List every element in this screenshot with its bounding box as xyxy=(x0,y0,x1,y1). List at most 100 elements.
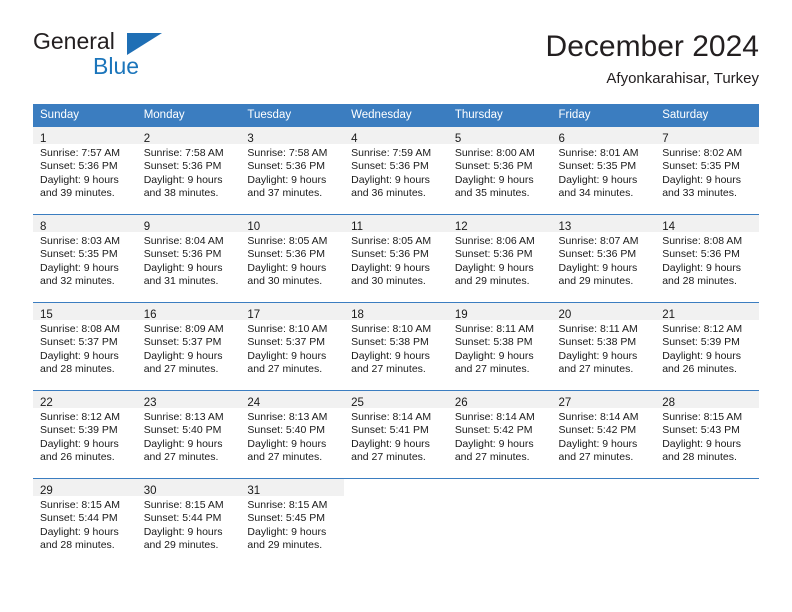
weekday-header-saturday: Saturday xyxy=(655,104,759,126)
day-cell[interactable]: 9 Sunrise: 8:04 AM Sunset: 5:36 PM Daylight… xyxy=(136,214,241,302)
sunrise-time: Sunrise: 8:07 AM xyxy=(558,235,639,247)
daylight-duration-line2: and 32 minutes. xyxy=(40,275,115,288)
day-number: 12 xyxy=(454,221,468,233)
day-number: 30 xyxy=(143,485,157,497)
day-cell[interactable]: 20 Sunrise: 8:11 AM Sunset: 5:38 PM Dayligh… xyxy=(551,302,656,390)
day-number-band: 19 xyxy=(447,303,552,321)
calendar-week-row: 8 Sunrise: 8:03 AM Sunset: 5:35 PM Daylight… xyxy=(33,214,759,302)
calendar-week-row: 1 Sunrise: 7:57 AM Sunset: 5:36 PM Daylight… xyxy=(33,126,759,214)
day-number: 9 xyxy=(143,221,151,233)
calendar-week-row: 29 Sunrise: 8:15 AM Sunset: 5:44 PM Dayligh… xyxy=(33,478,759,566)
day-number: 1 xyxy=(40,133,47,145)
day-cell[interactable]: 5 Sunrise: 8:00 AM Sunset: 5:36 PM Daylight… xyxy=(447,126,552,214)
day-number-band: 28 xyxy=(655,391,759,409)
sunrise-sunset-calendar: Sunday Monday Tuesday Wednesday Thursday Frid… xyxy=(33,104,759,566)
daylight-duration-line1: Daylight: 9 hours xyxy=(143,261,223,274)
day-cell[interactable]: 21 Sunrise: 8:12 AM Sunset: 5:39 PM Dayligh… xyxy=(655,302,759,390)
daylight-duration-line1: Daylight: 9 hours xyxy=(40,525,119,538)
day-number-band: 15 xyxy=(33,303,137,321)
day-cell[interactable]: 29 Sunrise: 8:15 AM Sunset: 5:44 PM Dayligh… xyxy=(33,478,137,566)
sunrise-time: Sunrise: 8:08 AM xyxy=(40,323,120,335)
day-number: 23 xyxy=(143,397,157,409)
day-details: Sunrise: 8:11 AM Sunset: 5:38 PM Daylight:… xyxy=(552,320,656,377)
sunset-time: Sunset: 5:36 PM xyxy=(351,160,429,173)
daylight-duration-line2: and 29 minutes. xyxy=(558,275,634,288)
sunset-time: Sunset: 5:39 PM xyxy=(40,424,118,437)
day-cell[interactable]: 4 Sunrise: 7:59 AM Sunset: 5:36 PM Daylight… xyxy=(344,126,448,214)
day-details: Sunrise: 8:14 AM Sunset: 5:42 PM Daylight:… xyxy=(552,408,656,465)
day-details: Sunrise: 8:10 AM Sunset: 5:38 PM Daylight:… xyxy=(344,320,448,377)
day-details: Sunrise: 8:03 AM Sunset: 5:35 PM Daylight:… xyxy=(33,232,137,289)
day-cell[interactable]: 30 Sunrise: 8:15 AM Sunset: 5:44 PM Dayligh… xyxy=(136,478,241,566)
sunrise-time: Sunrise: 8:14 AM xyxy=(454,411,535,423)
day-number: 27 xyxy=(558,397,572,409)
daylight-duration-line1: Daylight: 9 hours xyxy=(351,173,430,186)
day-cell[interactable]: 1 Sunrise: 7:57 AM Sunset: 5:36 PM Daylight… xyxy=(33,126,137,214)
sunset-time: Sunset: 5:39 PM xyxy=(662,336,740,349)
daylight-duration-line1: Daylight: 9 hours xyxy=(662,261,742,274)
day-cell[interactable]: 18 Sunrise: 8:10 AM Sunset: 5:38 PM Dayligh… xyxy=(344,302,448,390)
day-number: 18 xyxy=(351,309,364,321)
day-cell[interactable]: 12 Sunrise: 8:06 AM Sunset: 5:36 PM Dayligh… xyxy=(447,214,552,302)
sunset-time: Sunset: 5:40 PM xyxy=(143,424,222,437)
daylight-duration-line1: Daylight: 9 hours xyxy=(558,173,638,186)
sunset-time: Sunset: 5:43 PM xyxy=(662,424,740,437)
day-cell[interactable]: 6 Sunrise: 8:01 AM Sunset: 5:35 PM Daylight… xyxy=(551,126,656,214)
day-cell[interactable]: 27 Sunrise: 8:14 AM Sunset: 5:42 PM Dayligh… xyxy=(551,390,656,478)
daylight-duration-line2: and 28 minutes. xyxy=(40,539,115,552)
daylight-duration-line2: and 27 minutes. xyxy=(454,451,530,464)
day-cell[interactable]: 22 Sunrise: 8:12 AM Sunset: 5:39 PM Dayligh… xyxy=(33,390,137,478)
day-cell[interactable]: 2 Sunrise: 7:58 AM Sunset: 5:36 PM Daylight… xyxy=(136,126,241,214)
sunrise-time: Sunrise: 8:04 AM xyxy=(143,235,224,247)
day-details: Sunrise: 8:01 AM Sunset: 5:35 PM Daylight:… xyxy=(552,144,656,201)
day-cell-empty xyxy=(447,478,552,566)
day-number: 13 xyxy=(558,221,572,233)
day-cell[interactable]: 14 Sunrise: 8:08 AM Sunset: 5:36 PM Dayligh… xyxy=(655,214,759,302)
daylight-duration-line1: Daylight: 9 hours xyxy=(143,173,223,186)
sunrise-time: Sunrise: 8:09 AM xyxy=(143,323,224,335)
day-number-band: 17 xyxy=(240,303,345,321)
day-cell[interactable]: 19 Sunrise: 8:11 AM Sunset: 5:38 PM Dayligh… xyxy=(447,302,552,390)
day-cell[interactable]: 31 Sunrise: 8:15 AM Sunset: 5:45 PM Dayligh… xyxy=(240,478,345,566)
daylight-duration-line1: Daylight: 9 hours xyxy=(454,349,534,362)
daylight-duration-line1: Daylight: 9 hours xyxy=(558,349,638,362)
day-cell[interactable]: 3 Sunrise: 7:58 AM Sunset: 5:36 PM Daylight… xyxy=(240,126,345,214)
daylight-duration-line2: and 27 minutes. xyxy=(351,451,426,464)
sunset-time: Sunset: 5:44 PM xyxy=(143,512,222,525)
day-cell[interactable]: 13 Sunrise: 8:07 AM Sunset: 5:36 PM Dayligh… xyxy=(551,214,656,302)
general-blue-logo[interactable]: General Blue xyxy=(33,28,163,88)
daylight-duration-line2: and 27 minutes. xyxy=(558,451,634,464)
day-number: 22 xyxy=(40,397,53,409)
day-number: 19 xyxy=(454,309,468,321)
sunrise-time: Sunrise: 8:15 AM xyxy=(40,499,120,511)
sunset-time: Sunset: 5:36 PM xyxy=(454,248,533,261)
day-cell[interactable]: 10 Sunrise: 8:05 AM Sunset: 5:36 PM Dayligh… xyxy=(240,214,345,302)
day-cell[interactable]: 17 Sunrise: 8:10 AM Sunset: 5:37 PM Dayligh… xyxy=(240,302,345,390)
day-cell[interactable]: 8 Sunrise: 8:03 AM Sunset: 5:35 PM Daylight… xyxy=(33,214,137,302)
day-cell[interactable]: 7 Sunrise: 8:02 AM Sunset: 5:35 PM Daylight… xyxy=(655,126,759,214)
day-details: Sunrise: 8:14 AM Sunset: 5:41 PM Daylight:… xyxy=(344,408,448,465)
logo-triangle-icon xyxy=(127,33,162,55)
daylight-duration-line2: and 30 minutes. xyxy=(351,275,426,288)
day-cell[interactable]: 23 Sunrise: 8:13 AM Sunset: 5:40 PM Dayligh… xyxy=(136,390,241,478)
day-details: Sunrise: 7:58 AM Sunset: 5:36 PM Daylight:… xyxy=(137,144,241,201)
daylight-duration-line2: and 27 minutes. xyxy=(454,363,530,376)
sunset-time: Sunset: 5:36 PM xyxy=(143,248,222,261)
daylight-duration-line2: and 26 minutes. xyxy=(40,451,115,464)
sunrise-time: Sunrise: 8:02 AM xyxy=(662,147,743,159)
day-number: 26 xyxy=(454,397,468,409)
day-number: 10 xyxy=(247,221,261,233)
day-cell[interactable]: 28 Sunrise: 8:15 AM Sunset: 5:43 PM Dayligh… xyxy=(655,390,759,478)
day-cell[interactable]: 16 Sunrise: 8:09 AM Sunset: 5:37 PM Dayligh… xyxy=(136,302,241,390)
day-cell[interactable]: 26 Sunrise: 8:14 AM Sunset: 5:42 PM Dayligh… xyxy=(447,390,552,478)
day-cell[interactable]: 15 Sunrise: 8:08 AM Sunset: 5:37 PM Dayligh… xyxy=(33,302,137,390)
day-number: 8 xyxy=(40,221,47,233)
day-cell[interactable]: 25 Sunrise: 8:14 AM Sunset: 5:41 PM Dayligh… xyxy=(344,390,448,478)
sunrise-time: Sunrise: 8:06 AM xyxy=(454,235,535,247)
sunset-time: Sunset: 5:41 PM xyxy=(351,424,429,437)
sunrise-time: Sunrise: 8:03 AM xyxy=(40,235,120,247)
daylight-duration-line1: Daylight: 9 hours xyxy=(351,437,430,450)
day-cell[interactable]: 24 Sunrise: 8:13 AM Sunset: 5:40 PM Dayligh… xyxy=(240,390,345,478)
daylight-duration-line2: and 36 minutes. xyxy=(351,187,426,200)
day-cell[interactable]: 11 Sunrise: 8:05 AM Sunset: 5:36 PM Dayligh… xyxy=(344,214,448,302)
